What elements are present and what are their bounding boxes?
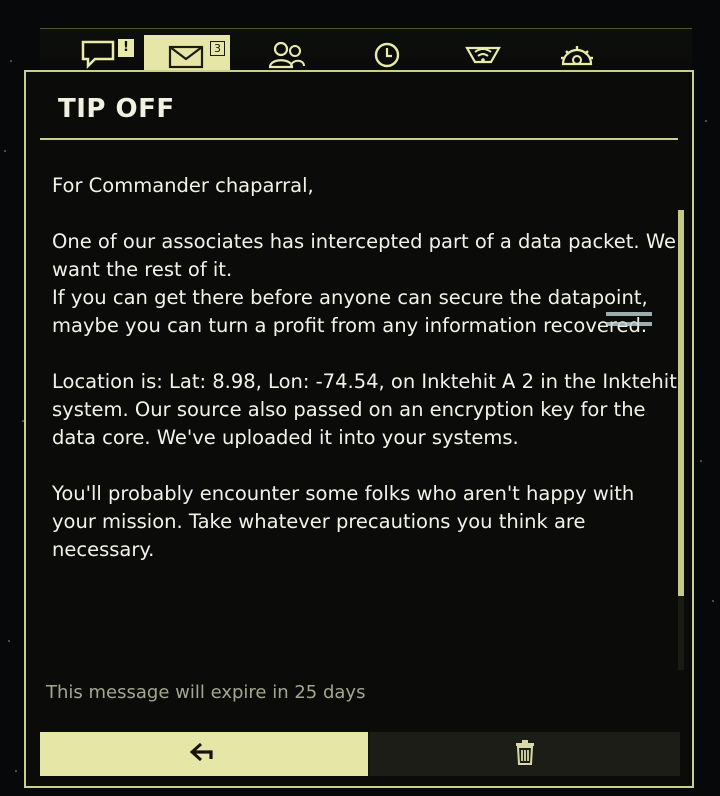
clock-icon [372, 40, 402, 70]
message-panel: TIP OFF For Commander chaparral, One of … [24, 70, 694, 788]
title-divider [40, 138, 678, 140]
envelope-icon [168, 44, 206, 70]
trash-icon [513, 738, 537, 770]
side-indicator [606, 312, 652, 332]
message-body: For Commander chaparral, One of our asso… [52, 172, 682, 592]
action-bar [40, 732, 680, 776]
signal-icon [463, 40, 503, 70]
people-icon [267, 40, 307, 70]
message-paragraph-2: Location is: Lat: 8.98, Lon: -74.54, on … [52, 370, 677, 449]
delete-button[interactable] [370, 732, 680, 776]
back-arrow-icon [189, 741, 219, 767]
message-paragraph-1: One of our associates has intercepted pa… [52, 230, 676, 337]
scrollbar-thumb[interactable] [678, 210, 684, 596]
back-button[interactable] [40, 732, 368, 776]
message-scrollbar[interactable] [678, 210, 684, 670]
alert-badge: ! [118, 39, 134, 57]
message-greeting: For Commander chaparral, [52, 174, 314, 197]
message-paragraph-3: You'll probably encounter some folks who… [52, 482, 635, 561]
gear-icon [557, 40, 597, 70]
message-title: TIP OFF [58, 94, 175, 124]
expiry-notice: This message will expire in 25 days [46, 682, 366, 703]
unread-count-badge: 3 [210, 41, 225, 56]
speech-bubble-icon [80, 39, 118, 71]
